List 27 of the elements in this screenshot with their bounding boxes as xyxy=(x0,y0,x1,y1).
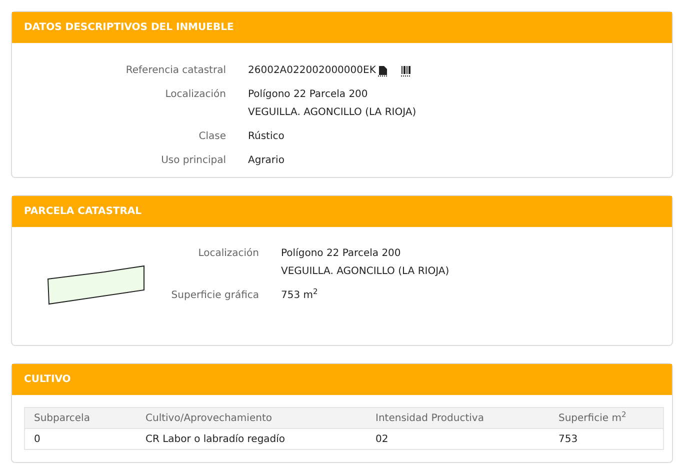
table-cell: CR Labor o labradío regadío xyxy=(136,428,366,450)
field-label: Uso principal xyxy=(160,154,226,168)
field-label: Localización xyxy=(197,247,259,261)
field-value: 753 m$^{2}$ xyxy=(281,288,318,303)
field-value: VEGUILLA. AGONCILLO (LA RIOJA) xyxy=(248,106,416,120)
field-value: Rústico xyxy=(248,130,284,144)
field-label: Clase xyxy=(198,130,226,144)
field-value: Polígono 22 Parcela 200 xyxy=(248,88,368,102)
field-value: 26002A022002000000EK xyxy=(248,64,376,78)
panel-title: DATOS DESCRIPTIVOS DEL INMUEBLE xyxy=(24,21,234,35)
field-label: Localización xyxy=(164,88,226,102)
field-label: Referencia catastral xyxy=(124,64,226,78)
column-header: Superficie m$^{2}$ xyxy=(550,408,664,428)
copy-icon[interactable] xyxy=(378,64,388,76)
panel-title: PARCELA CATASTRAL xyxy=(24,205,142,219)
panel-title: CULTIVO xyxy=(24,373,71,387)
column-header: Intensidad Productiva xyxy=(366,408,550,428)
column-header: Subparcela xyxy=(24,408,136,428)
field-value: VEGUILLA. AGONCILLO (LA RIOJA) xyxy=(281,265,450,279)
field-label: Superficie gráfica xyxy=(170,289,259,303)
field-value: Agrario xyxy=(248,154,284,168)
table-cell: 753 xyxy=(550,428,664,450)
barcode-icon[interactable] xyxy=(400,64,411,76)
field-value: Polígono 22 Parcela 200 xyxy=(281,247,401,261)
table-cell: 02 xyxy=(366,428,550,450)
column-header: Cultivo/Aprovechamiento xyxy=(136,408,366,428)
table-cell: 0 xyxy=(24,428,136,450)
